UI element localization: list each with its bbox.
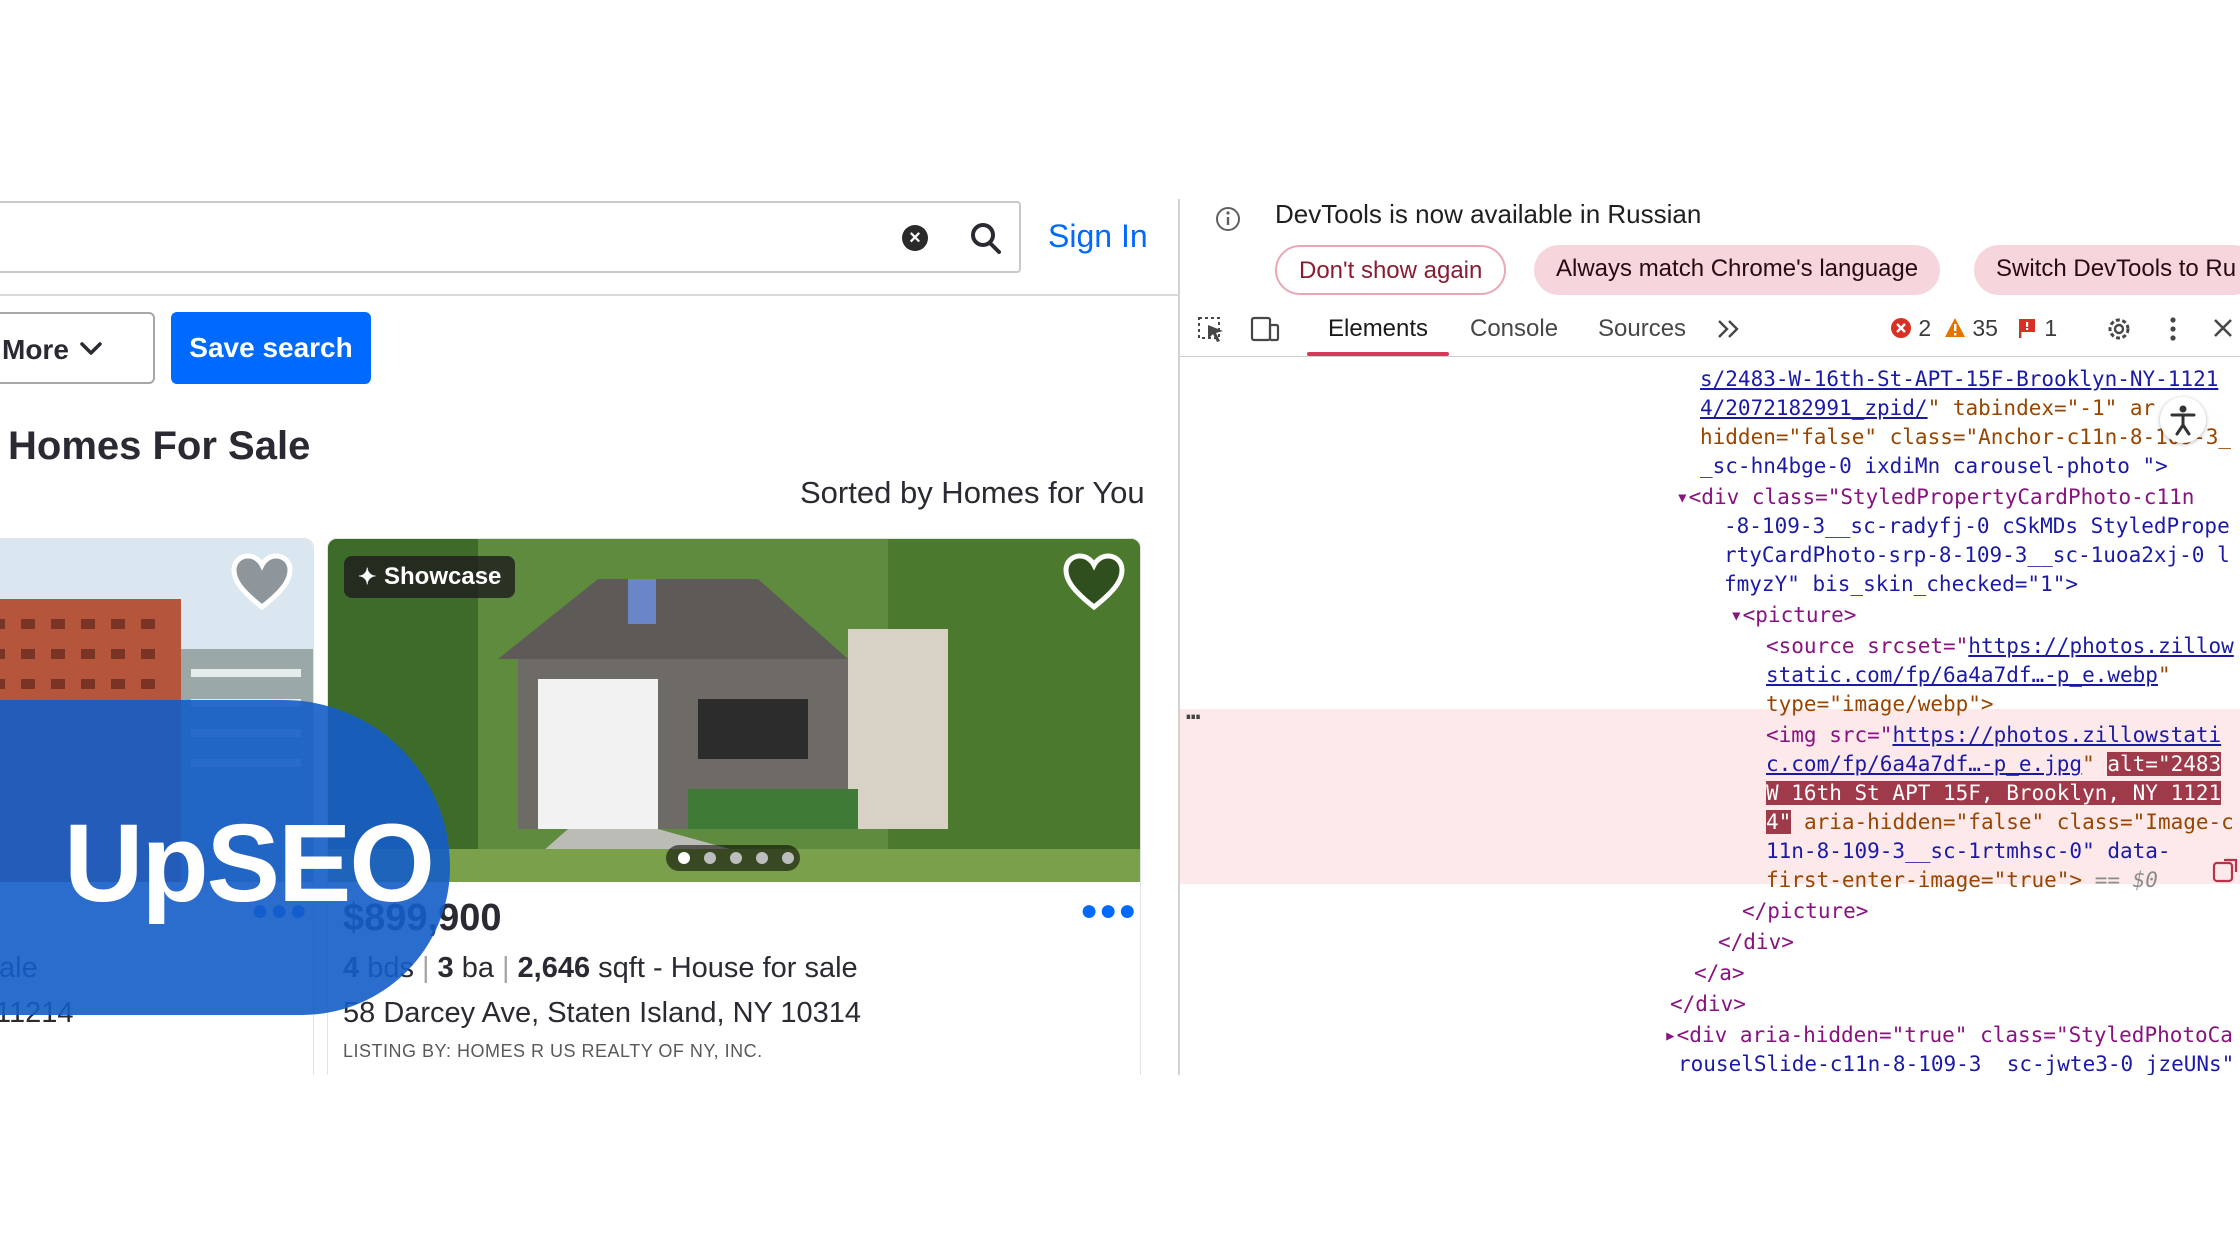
favorite-heart-icon[interactable] [1063,553,1125,611]
dom-line[interactable]: c.com/fp/6a4a7df…-p_e.jpg" alt="2483 [1766,750,2222,779]
dom-line[interactable]: 4/2072182991_zpid/" tabindex="-1" ar [1700,394,2155,423]
divider: | [501,952,510,984]
dom-line[interactable]: W 16th St APT 15F, Brooklyn, NY 1121 [1766,779,2222,808]
dom-line[interactable]: fmyzY" bis_skin_checked="1"> [1724,570,2078,599]
issues-count-badge[interactable]: 1 [2016,315,2057,342]
tab-console[interactable]: Console [1470,315,1558,343]
dom-closing-tag[interactable]: </a> [1694,959,1745,988]
dom-line[interactable]: rtyCardPhoto-srp-8-109-3__sc-1uoa2xj-0 l [1724,541,2230,570]
showcase-badge: ✦ Showcase [344,556,516,598]
dom-node-picture[interactable]: ▾<picture> [1730,601,1856,630]
issues-count: 1 [2044,315,2058,341]
dom-line[interactable]: hidden="false" class="Anchor-c11n-8-109-… [1700,423,2231,452]
device-toolbar-icon[interactable] [1250,315,1280,343]
listing-address[interactable]: 58 Darcey Ave, Staten Island, NY 10314 [343,997,861,1030]
carousel-dot[interactable] [704,852,716,864]
home-type: - House for sale [652,952,858,984]
tab-elements[interactable]: Elements [1328,315,1428,343]
baths-value: 3 [437,952,454,984]
dom-node-source[interactable]: <source srcset="https://photos.zillow [1766,632,2234,661]
carousel-dot[interactable] [756,852,768,864]
warning-count-badge[interactable]: 35 [1944,315,1998,342]
language-infobar-message: DevTools is now available in Russian [1275,199,1702,229]
dom-line[interactable]: 11n-8-109-3__sc-1rtmhsc-0" data- [1766,837,2171,866]
dom-closing-tag[interactable]: </div> [1718,928,1794,957]
error-icon [1891,318,1911,338]
elements-dom-tree: … s/2483-W-16th-St-APT-15F-Brooklyn-NY-1… [1180,357,2240,1075]
devtools-toolbar: Elements Console Sources 2 35 1 [1180,301,2240,357]
match-chrome-language-button[interactable]: Always match Chrome's language [1534,245,1941,295]
inspect-element-icon[interactable] [1196,315,1226,343]
sqft-unit: sqft [598,952,645,984]
divider: | [421,952,430,984]
copy-node-icon[interactable] [2210,857,2240,887]
upseo-watermark-text: UpSEO [64,802,435,925]
settings-gear-icon[interactable] [2104,315,2134,343]
carousel-dot[interactable] [678,852,690,864]
dom-line[interactable]: type="image/webp"> [1766,690,1994,719]
page-title: Homes For Sale [8,424,311,468]
listing-card[interactable]: ✦ Showcase $899,900 ●●● 4 bds|3 [327,538,1141,1075]
dom-line[interactable]: first-enter-image="true"> == $0 [1766,866,2158,895]
switch-devtools-language-button[interactable]: Switch DevTools to Ru [1974,245,2240,295]
more-options-icon[interactable]: ●●● [1080,894,1137,928]
error-count-badge[interactable]: 2 [1890,315,1931,342]
showcase-label: Showcase [384,563,502,590]
listing-facts: 4 bds|3 ba|2,646 sqft - House for sale [343,952,858,985]
listing-photo[interactable]: ✦ Showcase [328,539,1140,882]
sqft-value: 2,646 [517,952,591,984]
sparkle-icon: ✦ [358,564,377,589]
more-filters-button[interactable]: More [0,312,155,384]
chevron-down-icon [80,342,102,355]
dom-line[interactable]: _sc-hn4bge-0 ixdiMn carousel-photo "> [1700,452,2168,481]
dom-line[interactable]: -8-109-3__sc-radyfj-0 cSkMDs StyledPrope [1724,512,2230,541]
more-tabs-icon[interactable] [1714,315,1744,343]
issue-flag-icon [2019,319,2035,338]
accessibility-icon[interactable] [2160,397,2206,443]
warning-count: 35 [1972,315,1998,341]
dom-line[interactable]: 4" aria-hidden="false" class="Image-c [1766,808,2234,837]
info-icon [1216,207,1240,231]
more-filters-label: More [2,334,69,365]
dom-line[interactable]: static.com/fp/6a4a7df…-p_e.webp" [1766,661,2171,690]
listing-site: × Sign In More Save search Homes For Sal… [0,0,1178,1075]
listing-agent: LISTING BY: HOMES R US REALTY OF NY, INC… [343,1041,763,1061]
sort-selector[interactable]: Sorted by Homes for You [800,475,1145,511]
active-tab-indicator [1307,352,1449,356]
sign-in-link[interactable]: Sign In [1048,218,1148,255]
search-icon[interactable] [968,218,1004,258]
dom-line[interactable]: rouselSlide-c11n-8-109-3__sc-jwte3-0 jze… [1678,1050,2234,1075]
header-divider [0,294,1178,296]
save-search-button[interactable]: Save search [171,312,371,384]
clear-search-icon[interactable]: × [902,225,928,251]
node-actions-icon[interactable]: … [1186,697,1200,726]
dom-closing-tag[interactable]: </div> [1670,990,1746,1019]
search-input[interactable] [0,201,1021,273]
close-icon[interactable] [2208,315,2238,343]
error-count: 2 [1918,315,1932,341]
dom-line[interactable]: s/2483-W-16th-St-APT-15F-Brooklyn-NY-112… [1700,365,2218,394]
dom-node-img[interactable]: <img src="https://photos.zillowstati [1766,721,2221,750]
screenshot-stage: × Sign In More Save search Homes For Sal… [0,0,2240,1260]
dom-node-div[interactable]: ▾<div class="StyledPropertyCardPhoto-c11… [1676,483,2194,512]
devtools-panel: DevTools is now available in Russian Don… [1178,199,2240,1075]
warning-icon [1945,318,1965,337]
tab-sources[interactable]: Sources [1598,315,1686,343]
dom-closing-tag[interactable]: </picture> [1742,897,1868,926]
carousel-dot[interactable] [782,852,794,864]
carousel-dot[interactable] [730,852,742,864]
dom-node-div[interactable]: ▸<div aria-hidden="true" class="StyledPh… [1664,1021,2233,1050]
dont-show-again-button[interactable]: Don't show again [1275,245,1507,295]
person-icon [2170,405,2196,436]
favorite-heart-icon[interactable] [231,553,293,611]
baths-unit: ba [461,952,494,984]
photo-carousel-dots[interactable] [666,845,800,871]
kebab-menu-icon[interactable] [2158,315,2188,343]
